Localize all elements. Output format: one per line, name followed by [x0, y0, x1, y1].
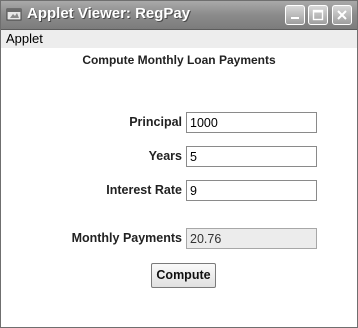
compute-button[interactable]: Compute: [151, 263, 216, 288]
applet-panel: Compute Monthly Loan Payments Principal …: [1, 48, 357, 327]
close-button[interactable]: [332, 5, 352, 25]
principal-field[interactable]: [186, 112, 317, 133]
minimize-button[interactable]: [285, 5, 305, 25]
applet-viewer-icon: [6, 7, 22, 22]
principal-label: Principal: [129, 115, 182, 129]
window-title: Applet Viewer: RegPay: [27, 5, 191, 22]
maximize-icon: [312, 9, 324, 21]
menu-bar: Applet: [1, 30, 357, 48]
title-bar[interactable]: Applet Viewer: RegPay: [1, 1, 357, 30]
monthly-payments-label: Monthly Payments: [71, 231, 182, 245]
years-field[interactable]: [186, 146, 317, 167]
applet-window: Applet Viewer: RegPay Applet Compute Mon…: [0, 0, 358, 328]
minimize-icon: [291, 17, 299, 19]
close-icon: [337, 10, 347, 20]
interest-rate-label: Interest Rate: [106, 183, 182, 197]
years-label: Years: [148, 149, 182, 163]
menu-applet[interactable]: Applet: [6, 31, 43, 46]
maximize-button[interactable]: [308, 5, 328, 25]
monthly-payments-field: [186, 228, 317, 249]
form-heading: Compute Monthly Loan Payments: [82, 53, 276, 67]
interest-rate-field[interactable]: [186, 180, 317, 201]
